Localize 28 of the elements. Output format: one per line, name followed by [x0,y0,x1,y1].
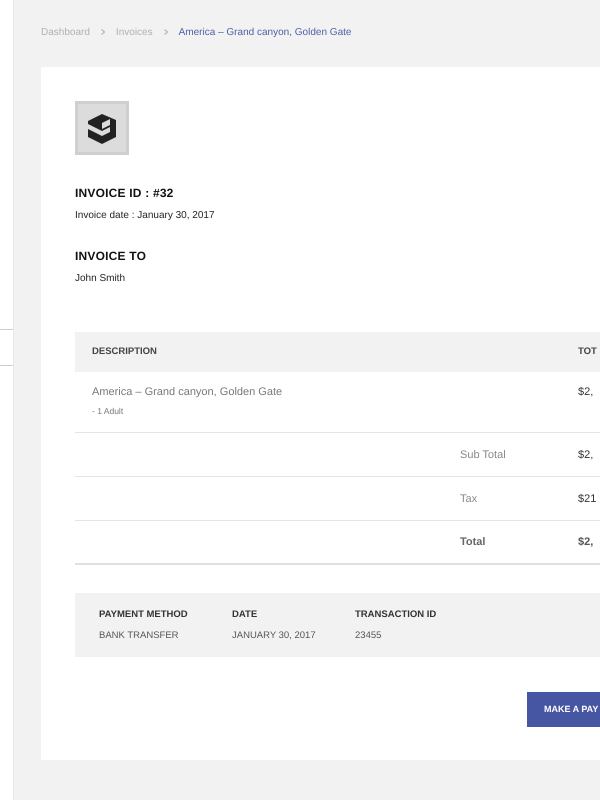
payment-heading: PAYMENT METHOD [99,608,189,622]
column-header: TOT [578,344,597,359]
invoice-id: INVOICE ID : #32 [75,185,175,202]
payment-heading: TRANSACTION ID [355,608,438,622]
customer-name: John Smith [75,272,126,286]
summary-label: Tax [460,492,478,506]
payment-heading: DATE [232,608,258,622]
make-payment-button[interactable]: MAKE A PAY [527,692,600,728]
invoice-date: Invoice date : January 30, 2017 [75,209,216,223]
logo-icon [75,101,129,155]
breadcrumb-link[interactable]: Dashboard [41,24,90,40]
summary-value: $2, [578,448,594,462]
chevron-icon [100,29,105,35]
chevron-icon [164,29,168,35]
summary-value: $2, [578,535,594,550]
payment-value: BANK TRANSFER [99,628,180,642]
summary-label: Sub Total [460,448,506,462]
summary-value: $21 [578,492,596,506]
summary-label: Total [460,535,486,550]
invoice-to-heading: INVOICE TO [75,248,148,265]
item-description: America – Grand canyon, Golden Gate [92,385,282,400]
payment-value: 23455 [355,628,382,642]
breadcrumb-current: America – Grand canyon, Golden Gate [178,26,352,40]
item-total: $2, [578,385,594,400]
breadcrumb-link[interactable]: Invoices [116,24,153,40]
item-detail: - 1 Adult [92,404,124,418]
payment-value: JANUARY 30, 2017 [232,628,317,642]
column-header: DESCRIPTION [92,344,157,359]
